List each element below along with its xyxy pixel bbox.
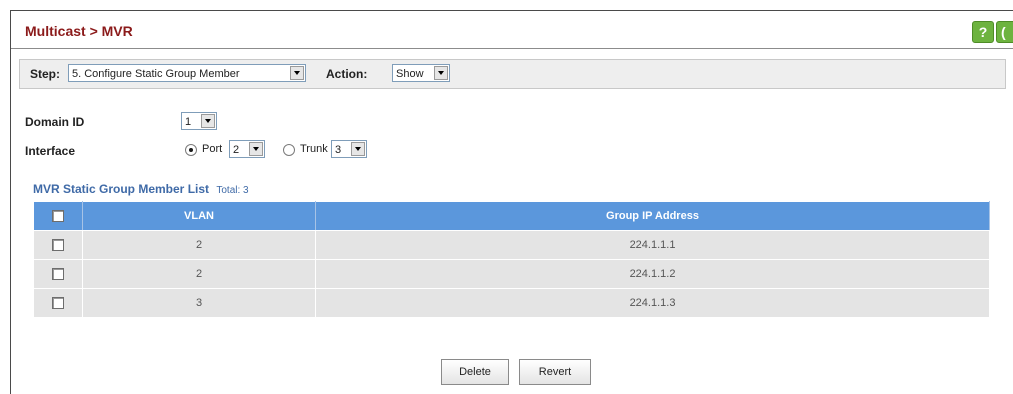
row-checkbox-cell: [33, 288, 83, 318]
trunk-value: 3: [335, 144, 342, 156]
vlan-cell: 2: [82, 230, 316, 260]
page-frame: Multicast > MVR ? ( Step: 5. Configure S…: [10, 10, 1013, 394]
port-value: 2: [233, 144, 240, 156]
step-select[interactable]: 5. Configure Static Group Member: [68, 64, 306, 82]
domain-id-select[interactable]: 1: [181, 112, 217, 130]
info-icon[interactable]: (: [996, 21, 1013, 43]
vlan-cell: 3: [82, 288, 316, 318]
select-all-checkbox[interactable]: [52, 210, 64, 223]
help-icon[interactable]: ?: [972, 21, 994, 43]
group-ip-cell: 224.1.1.1: [315, 230, 990, 260]
revert-button[interactable]: Revert: [519, 359, 591, 385]
group-ip-cell: 224.1.1.3: [315, 288, 990, 318]
row-checkbox[interactable]: [52, 297, 64, 310]
trunk-select[interactable]: 3: [331, 140, 367, 158]
chevron-down-icon: [290, 66, 304, 80]
row-checkbox[interactable]: [52, 239, 64, 252]
action-select[interactable]: Show: [392, 64, 450, 82]
section-title: MVR Static Group Member List Total: 3: [33, 182, 249, 196]
action-select-value: Show: [396, 68, 424, 80]
vlan-cell: 2: [82, 259, 316, 289]
title-divider: [11, 48, 1013, 49]
port-radio[interactable]: [185, 144, 197, 156]
chevron-down-icon: [201, 114, 215, 128]
table-header-row: VLAN Group IP Address: [33, 201, 990, 231]
group-ip-header: Group IP Address: [315, 201, 990, 231]
row-checkbox[interactable]: [52, 268, 64, 281]
chevron-down-icon: [351, 142, 365, 156]
step-label: Step:: [30, 67, 60, 81]
member-table: VLAN Group IP Address 2 224.1.1.1 2 224.…: [33, 201, 990, 318]
page-title: Multicast > MVR: [25, 23, 133, 39]
action-label: Action:: [326, 67, 368, 81]
chevron-down-icon: [434, 66, 448, 80]
port-select[interactable]: 2: [229, 140, 265, 158]
row-checkbox-cell: [33, 230, 83, 260]
select-all-cell: [33, 201, 83, 231]
chevron-down-icon: [249, 142, 263, 156]
domain-id-label: Domain ID: [25, 115, 85, 129]
domain-id-value: 1: [185, 116, 192, 128]
table-row: 3 224.1.1.3: [33, 288, 990, 318]
list-title: MVR Static Group Member List: [33, 182, 210, 196]
delete-button[interactable]: Delete: [441, 359, 509, 385]
port-label: Port: [202, 143, 223, 155]
table-row: 2 224.1.1.1: [33, 230, 990, 260]
group-ip-cell: 224.1.1.2: [315, 259, 990, 289]
interface-label: Interface: [25, 144, 76, 158]
step-select-value: 5. Configure Static Group Member: [72, 68, 240, 80]
trunk-label: Trunk: [300, 143, 328, 155]
row-checkbox-cell: [33, 259, 83, 289]
total-count: Total: 3: [216, 185, 249, 196]
vlan-header: VLAN: [82, 201, 316, 231]
table-row: 2 224.1.1.2: [33, 259, 990, 289]
step-bar: Step: 5. Configure Static Group Member A…: [19, 59, 1006, 89]
trunk-radio[interactable]: [283, 144, 295, 156]
